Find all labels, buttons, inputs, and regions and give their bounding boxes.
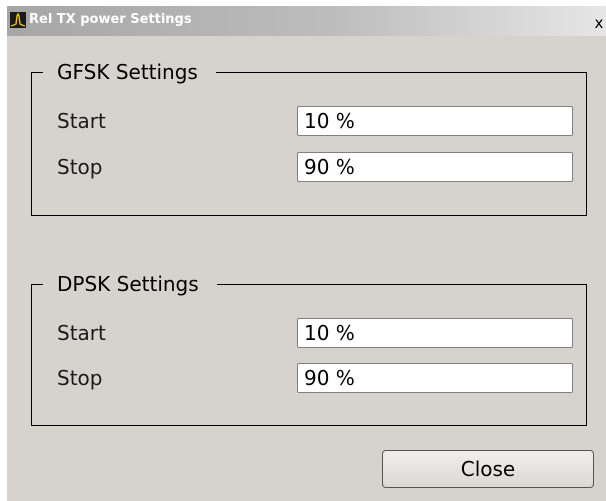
gfsk-settings-group: GFSK Settings Start 10 % Stop 90 % — [31, 57, 587, 216]
gfsk-settings-legend: GFSK Settings — [43, 57, 216, 87]
dpsk-stop-field[interactable]: 90 % — [297, 363, 573, 393]
window-title: Rel TX power Settings — [29, 12, 192, 27]
dpsk-stop-label: Stop — [57, 366, 103, 390]
gfsk-stop-label: Stop — [57, 155, 103, 179]
title-bar[interactable]: Rel TX power Settings x — [7, 6, 606, 36]
dpsk-settings-group: DPSK Settings Start 10 % Stop 90 % — [31, 269, 587, 426]
app-icon — [10, 12, 26, 28]
close-button[interactable]: Close — [382, 450, 594, 488]
close-icon[interactable]: x — [592, 14, 606, 32]
dpsk-settings-legend: DPSK Settings — [43, 269, 217, 299]
gfsk-stop-field[interactable]: 90 % — [297, 152, 573, 182]
dialog-window: Rel TX power Settings x GFSK Settings St… — [6, 6, 606, 501]
dpsk-start-field[interactable]: 10 % — [297, 318, 573, 348]
gfsk-start-label: Start — [57, 109, 106, 133]
gfsk-start-field[interactable]: 10 % — [297, 106, 573, 136]
dpsk-start-label: Start — [57, 321, 106, 345]
